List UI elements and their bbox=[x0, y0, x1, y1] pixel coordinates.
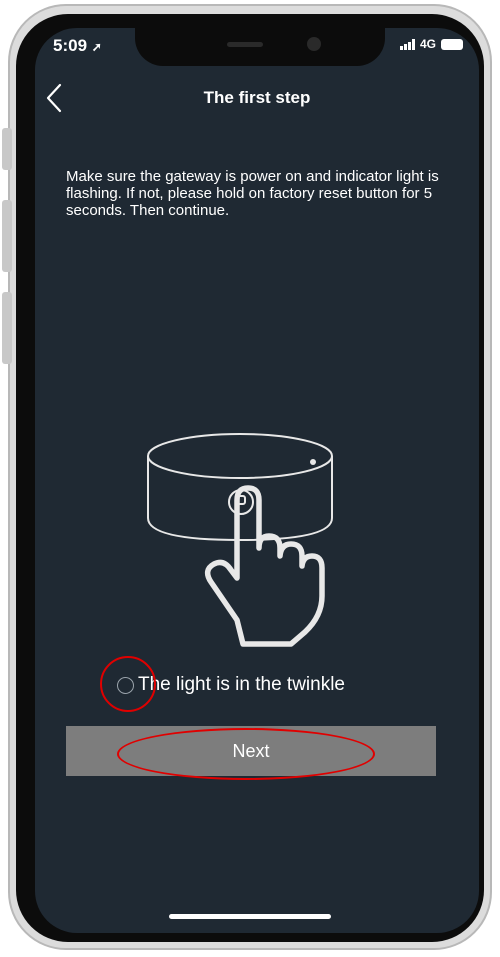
status-time: 5:09 ➚ bbox=[53, 36, 102, 56]
page-title: The first step bbox=[203, 88, 311, 107]
gateway-hand-press-icon bbox=[147, 433, 333, 647]
notch-speaker bbox=[227, 42, 263, 47]
annotation-ellipse-next bbox=[117, 728, 375, 780]
status-time-text: 5:09 bbox=[53, 36, 88, 55]
battery-icon bbox=[441, 38, 463, 50]
home-indicator[interactable] bbox=[169, 914, 331, 919]
phone-notch bbox=[135, 28, 385, 66]
notch-camera bbox=[307, 37, 321, 51]
app-screen: 5:09 ➚ 4G The first step Make sure the g… bbox=[35, 28, 479, 933]
location-arrow-icon: ➚ bbox=[91, 40, 102, 54]
status-indicators: 4G bbox=[399, 37, 463, 51]
navigation-bar: The first step bbox=[35, 76, 479, 120]
signal-icon bbox=[399, 38, 415, 50]
phone-volume-down-button bbox=[2, 292, 12, 364]
network-type: 4G bbox=[419, 37, 436, 51]
phone-volume-up-button bbox=[2, 200, 12, 272]
phone-mute-switch bbox=[2, 128, 12, 170]
instructions-text: Make sure the gateway is power on and in… bbox=[66, 168, 439, 219]
annotation-circle-radio bbox=[100, 656, 156, 712]
twinkle-option-label: The light is in the twinkle bbox=[138, 674, 345, 695]
